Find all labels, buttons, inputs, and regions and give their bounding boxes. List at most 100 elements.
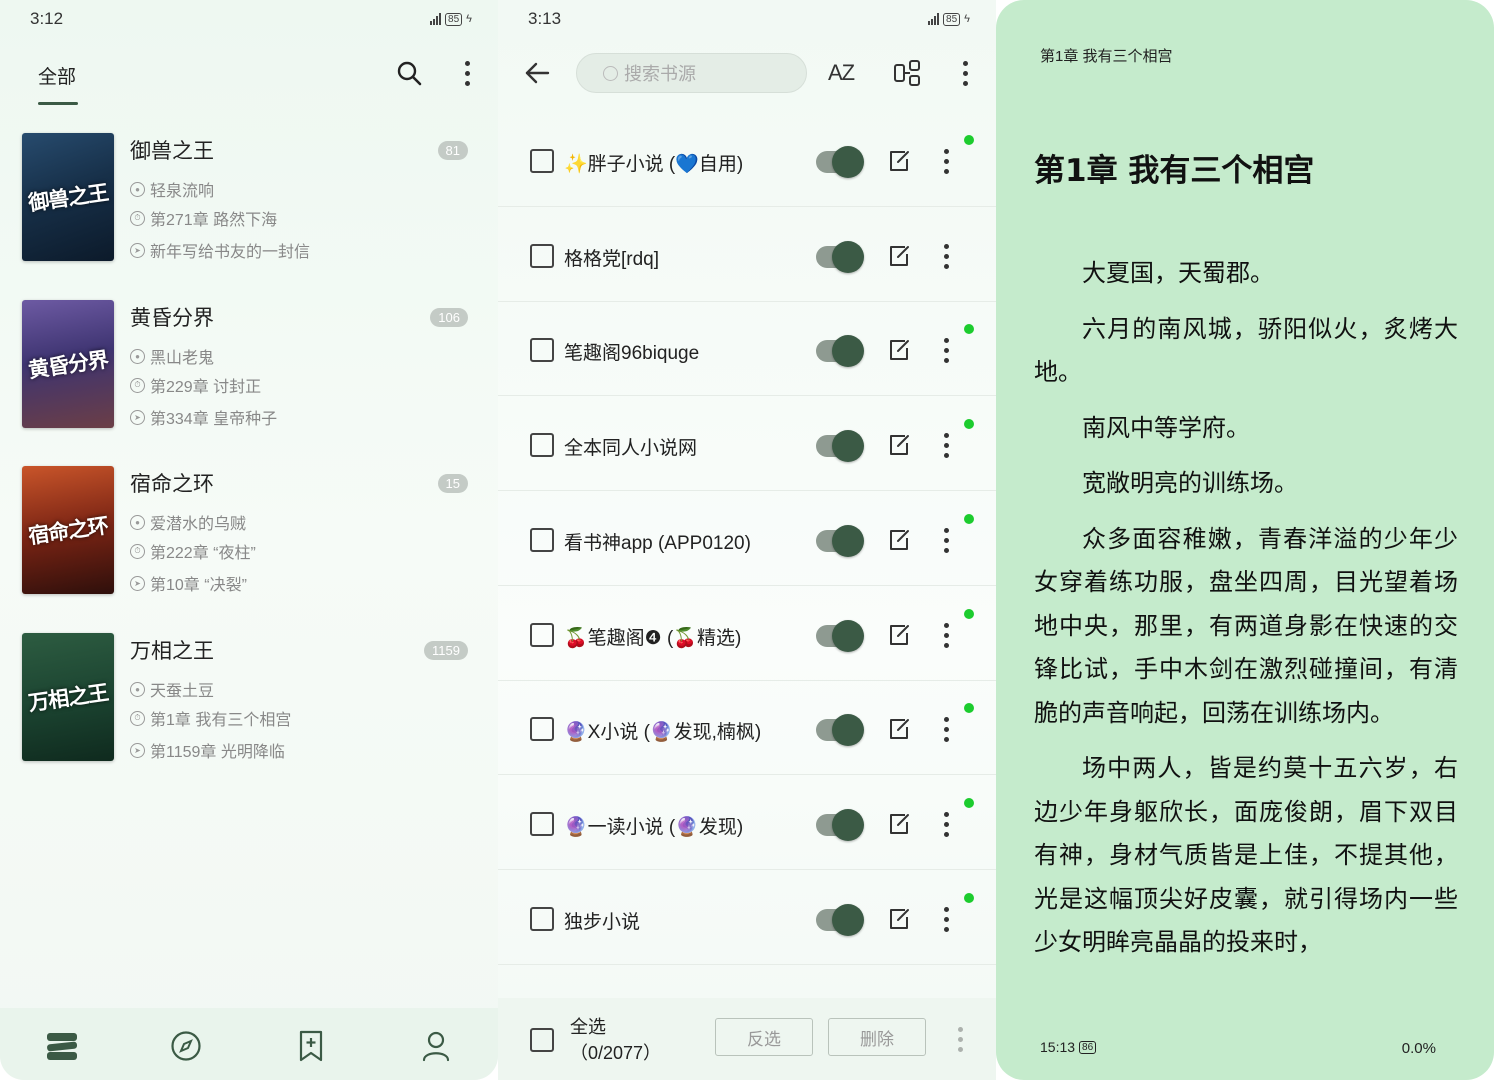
source-row[interactable]: ✨胖子小说 (💙自用) <box>498 113 996 207</box>
status-dot <box>964 892 974 903</box>
row-more-icon[interactable] <box>944 243 949 269</box>
more-menu-icon[interactable] <box>455 58 479 88</box>
search-icon[interactable] <box>394 58 424 88</box>
book-cover[interactable]: 黄昏分界 <box>22 300 114 428</box>
reader-panel[interactable]: 第1章 我有三个相宫 第1章 我有三个相宫 大夏国，天蜀郡。 六月的南风城，骄阳似… <box>996 0 1494 1080</box>
status-dot <box>964 513 974 524</box>
source-row[interactable]: 全本同人小说网 <box>498 397 996 492</box>
explore-nav-icon[interactable] <box>166 1026 206 1066</box>
battery-icon: 85 <box>445 12 463 26</box>
source-enable-toggle[interactable] <box>816 619 864 652</box>
book-author: ● 轻泉流响 <box>130 177 214 201</box>
search-placeholder: 搜索书源 <box>624 64 696 84</box>
more-menu-icon[interactable] <box>953 58 977 88</box>
row-more-icon[interactable] <box>944 433 949 459</box>
toggle-knob <box>832 524 864 557</box>
source-row[interactable]: 格格党[rdq] <box>498 208 996 302</box>
edit-icon[interactable] <box>888 812 910 836</box>
paragraph: 六月的南风城，骄阳似火，炙烤大地。 <box>1034 314 1458 387</box>
row-more-icon[interactable] <box>944 906 949 932</box>
bookmark-nav-icon[interactable] <box>291 1026 331 1066</box>
source-enable-toggle[interactable] <box>816 240 864 273</box>
status-dot <box>964 135 974 145</box>
source-row[interactable]: 🔮X小说 (🔮发现,楠枫) <box>498 681 996 776</box>
compass-icon: ➤ <box>130 575 145 591</box>
group-icon[interactable] <box>892 58 922 88</box>
edit-icon[interactable] <box>888 244 910 268</box>
source-row[interactable]: 🍒笔趣阁❹ (🍒精选) <box>498 587 996 681</box>
source-enable-toggle[interactable] <box>816 430 864 463</box>
source-row[interactable]: 独步小说 <box>498 871 996 965</box>
search-icon <box>603 65 618 81</box>
edit-icon[interactable] <box>888 338 910 362</box>
row-more-icon[interactable] <box>944 622 949 648</box>
edit-icon[interactable] <box>888 907 910 931</box>
chapter-title: 第1章 我有三个相宫 <box>1034 153 1315 189</box>
select-all-checkbox[interactable] <box>530 1028 554 1052</box>
select-all-label: 全选 <box>570 1017 606 1037</box>
source-enable-toggle[interactable] <box>816 714 864 747</box>
chapter-text: 大夏国，天蜀郡。 六月的南风城，骄阳似火，炙烤大地。 南风中等学府。 宽敞明亮的训练场… <box>1034 252 1458 977</box>
edit-icon[interactable] <box>888 717 910 741</box>
book-item[interactable]: 黄昏分界 黄昏分界 106 ● 黑山老鬼 ⏱ 第229章 讨封正 ➤ 第334章 皇帝种子 <box>22 300 472 430</box>
row-more-icon[interactable] <box>944 527 949 553</box>
row-more-icon[interactable] <box>944 717 949 743</box>
source-checkbox[interactable] <box>530 149 554 173</box>
row-more-icon[interactable] <box>944 338 949 364</box>
author-icon: ● <box>130 514 145 530</box>
cover-title: 万相之王 <box>26 679 110 716</box>
status-dot <box>964 419 974 430</box>
paragraph: 宽敞明亮的训练场。 <box>1082 469 1298 497</box>
source-name: 🔮X小说 (🔮发现,楠枫) <box>564 722 762 744</box>
book-cover[interactable]: 御兽之王 <box>22 133 114 261</box>
source-enable-toggle[interactable] <box>816 335 864 368</box>
source-checkbox[interactable] <box>530 243 554 268</box>
book-current-text: 第222章 “夜柱” <box>150 545 256 562</box>
book-cover[interactable]: 万相之王 <box>22 633 114 761</box>
source-enable-toggle[interactable] <box>816 146 864 178</box>
source-row[interactable]: 笔趣阁96biquge <box>498 302 996 397</box>
row-more-icon[interactable] <box>944 811 949 837</box>
book-item[interactable]: 宿命之环 宿命之环 15 ● 爱潜水的乌贼 ⏱ 第222章 “夜柱” ➤ 第10章 “决裂” <box>22 466 472 596</box>
tab-all[interactable]: 全部 <box>38 62 76 89</box>
source-row[interactable]: 🔮一读小说 (🔮发现) <box>498 776 996 870</box>
invert-selection-button[interactable]: 反选 <box>715 1018 813 1056</box>
source-checkbox[interactable] <box>530 433 554 458</box>
book-sources-panel: 3:13 85 ϟ 搜索书源 AZ ✨胖子小说 (💙自用) 格格党[rdq] 笔趣阁… <box>498 0 996 1080</box>
bookshelf-nav-icon[interactable] <box>42 1026 82 1066</box>
source-name: ✨胖子小说 (💙自用) <box>564 154 744 175</box>
source-checkbox[interactable] <box>530 811 554 836</box>
edit-icon[interactable] <box>888 149 910 173</box>
reader-footer-status: 15:13 86 <box>1040 1039 1097 1055</box>
book-item[interactable]: 万相之王 万相之王 1159 ● 天蚕土豆 ⏱ 第1章 我有三个相宫 ➤ 第1159章 光明降临 <box>22 633 472 763</box>
row-more-icon[interactable] <box>944 149 949 174</box>
compass-icon: ➤ <box>130 742 145 758</box>
more-menu-icon[interactable] <box>950 1024 970 1054</box>
edit-icon[interactable] <box>888 623 910 647</box>
book-latest-text: 新年写给书友的一封信 <box>150 244 311 261</box>
book-cover[interactable]: 宿命之环 <box>22 466 114 594</box>
book-item[interactable]: 御兽之王 御兽之王 81 ● 轻泉流响 ⏱ 第271章 路然下海 ➤ 新年写给书友的一封信 <box>22 133 472 263</box>
book-author-text: 爱潜水的乌贼 <box>150 516 247 533</box>
source-row[interactable]: 看书神app (APP0120) <box>498 492 996 586</box>
source-enable-toggle[interactable] <box>816 808 864 841</box>
source-enable-toggle[interactable] <box>816 903 864 936</box>
delete-button[interactable]: 删除 <box>828 1018 926 1056</box>
status-dot <box>964 703 974 714</box>
search-input[interactable]: 搜索书源 <box>576 53 807 93</box>
profile-nav-icon[interactable] <box>416 1026 456 1066</box>
back-arrow-icon[interactable] <box>522 58 552 88</box>
edit-icon[interactable] <box>888 433 910 457</box>
battery-icon: 85 <box>943 12 961 26</box>
sort-az-icon[interactable]: AZ <box>824 56 858 90</box>
edit-icon[interactable] <box>888 528 910 552</box>
source-checkbox[interactable] <box>530 906 554 931</box>
status-bar: 3:13 85 ϟ <box>528 8 970 30</box>
source-checkbox[interactable] <box>530 622 554 647</box>
cover-title: 黄昏分界 <box>26 346 110 383</box>
source-checkbox[interactable] <box>530 527 554 552</box>
source-enable-toggle[interactable] <box>816 524 864 557</box>
source-checkbox[interactable] <box>530 717 554 742</box>
source-checkbox[interactable] <box>530 338 554 363</box>
book-latest: ➤ 第1159章 光明降临 <box>130 738 285 762</box>
